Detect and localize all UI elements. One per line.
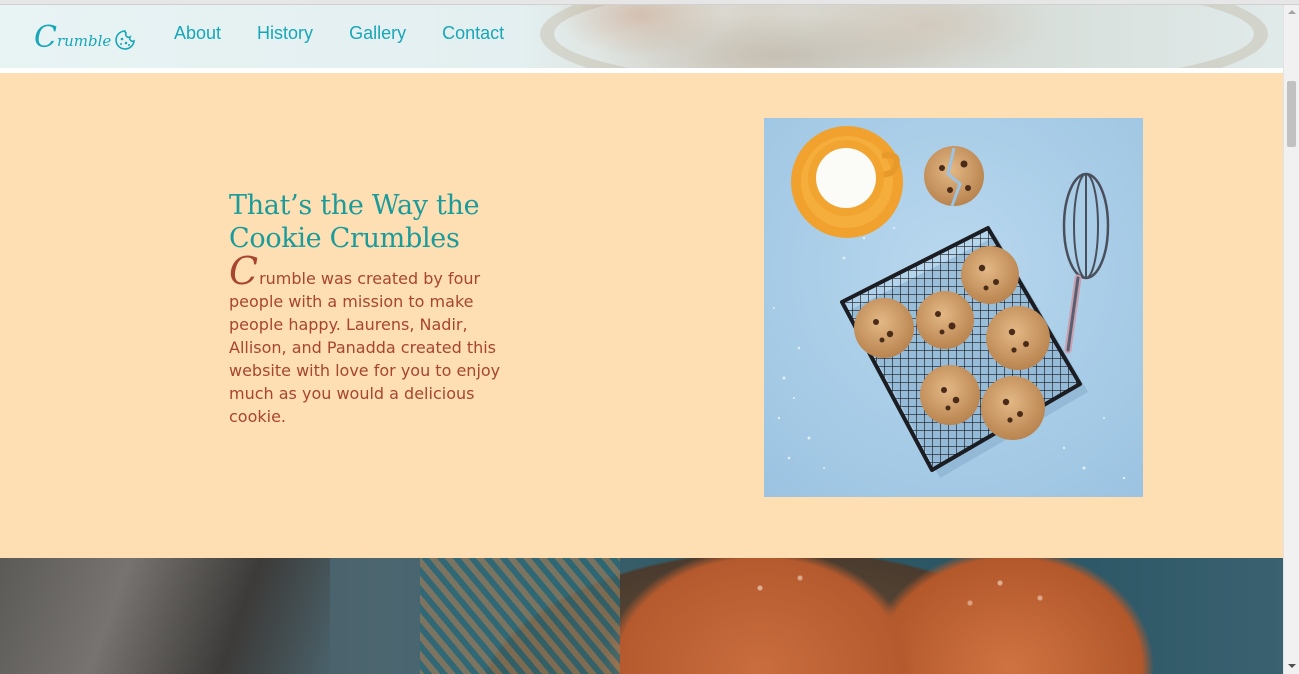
page-viewport: C rumble About History Gallery Contact T… — [0, 5, 1283, 674]
logo-initial: C — [34, 20, 57, 55]
scrollbar-thumb[interactable] — [1287, 81, 1296, 147]
site-logo[interactable]: C rumble — [34, 19, 136, 53]
intro-dropcap: C — [229, 249, 259, 293]
nav-history[interactable]: History — [257, 21, 313, 45]
nav-gallery[interactable]: Gallery — [349, 21, 406, 45]
vertical-scrollbar[interactable] — [1283, 5, 1299, 674]
cookies-on-tray-photo — [0, 558, 1283, 674]
nav-contact[interactable]: Contact — [442, 21, 504, 45]
logo-text: rumble — [56, 32, 112, 50]
cookie-icon — [115, 30, 136, 50]
banner-sugar-specks — [0, 558, 1283, 674]
intro-paragraph: Crumble was created by four people with … — [229, 252, 514, 428]
triangle-up-icon[interactable] — [1284, 5, 1299, 19]
main-nav: About History Gallery Contact — [174, 21, 504, 45]
intro-body-text: rumble was created by four people with a… — [229, 269, 501, 426]
nav-about[interactable]: About — [174, 21, 221, 45]
cookies-on-cooling-rack-photo — [764, 118, 1143, 497]
intro-heading: That’s the Way the Cookie Crumbles — [229, 190, 480, 254]
triangle-down-icon[interactable] — [1284, 659, 1299, 673]
intro-section: That’s the Way the Cookie Crumbles Crumb… — [0, 73, 1283, 558]
site-header: C rumble About History Gallery Contact — [0, 5, 1283, 68]
header-background-plate — [540, 5, 1268, 68]
